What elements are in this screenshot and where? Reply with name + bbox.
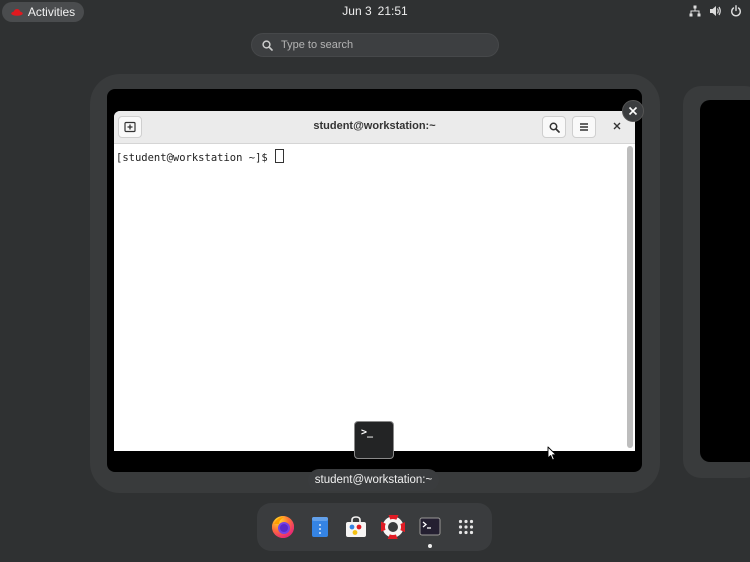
terminal-headerbar[interactable]: student@workstation:~ (114, 111, 635, 144)
clock-date: Jun 3 (342, 4, 372, 18)
terminal-window[interactable]: student@workstation:~ [student@workstati… (114, 111, 635, 451)
terminal-close-button[interactable] (609, 118, 625, 134)
clock-time: 21:51 (377, 4, 408, 18)
network-icon (689, 5, 701, 17)
system-menu[interactable] (689, 5, 742, 17)
dash-item-help[interactable] (379, 513, 407, 541)
activities-label: Activities (27, 5, 76, 19)
search-icon (549, 122, 560, 133)
prompt-text: [student@workstation ~]$ (116, 152, 275, 164)
text-editor-icon (312, 517, 328, 537)
firefox-icon (272, 516, 294, 538)
dash-item-terminal[interactable] (416, 513, 444, 548)
dash (257, 503, 492, 551)
activities-button[interactable]: Activities (2, 2, 84, 22)
terminal-icon (419, 517, 441, 536)
top-bar: Activities Jun 3 21:51 (0, 0, 750, 24)
search-icon (262, 39, 273, 51)
menu-icon (580, 123, 588, 131)
mouse-pointer-icon (547, 446, 557, 461)
window-caption: student@workstation:~ (308, 469, 439, 491)
text-cursor (275, 149, 285, 163)
close-icon (613, 122, 621, 130)
terminal-search-button[interactable] (542, 116, 566, 138)
terminal-prompt: [student@workstation ~]$ (116, 149, 285, 164)
volume-icon (710, 6, 721, 16)
terminal-glyph: >_ (361, 427, 374, 438)
help-icon (381, 515, 405, 539)
close-icon (628, 106, 638, 116)
clock-button[interactable]: Jun 3 21:51 (324, 4, 426, 18)
show-apps-button[interactable] (452, 513, 480, 541)
running-indicator (428, 544, 432, 548)
app-grid-icon (458, 519, 474, 535)
search-input[interactable] (281, 39, 481, 51)
redhat-logo-icon (11, 9, 23, 16)
terminal-app-icon: >_ (354, 421, 394, 459)
power-icon (731, 5, 741, 17)
dash-item-text-editor[interactable] (306, 513, 334, 541)
close-window-button[interactable] (622, 100, 644, 122)
dash-item-firefox[interactable] (269, 513, 297, 541)
terminal-menu-button[interactable] (572, 116, 596, 138)
terminal-content[interactable]: [student@workstation ~]$ (114, 144, 635, 451)
search-bar[interactable] (251, 33, 499, 57)
dash-item-software[interactable] (342, 513, 370, 541)
next-workspace-desktop (700, 100, 750, 462)
terminal-scrollbar[interactable] (627, 146, 633, 448)
software-icon (346, 516, 366, 537)
